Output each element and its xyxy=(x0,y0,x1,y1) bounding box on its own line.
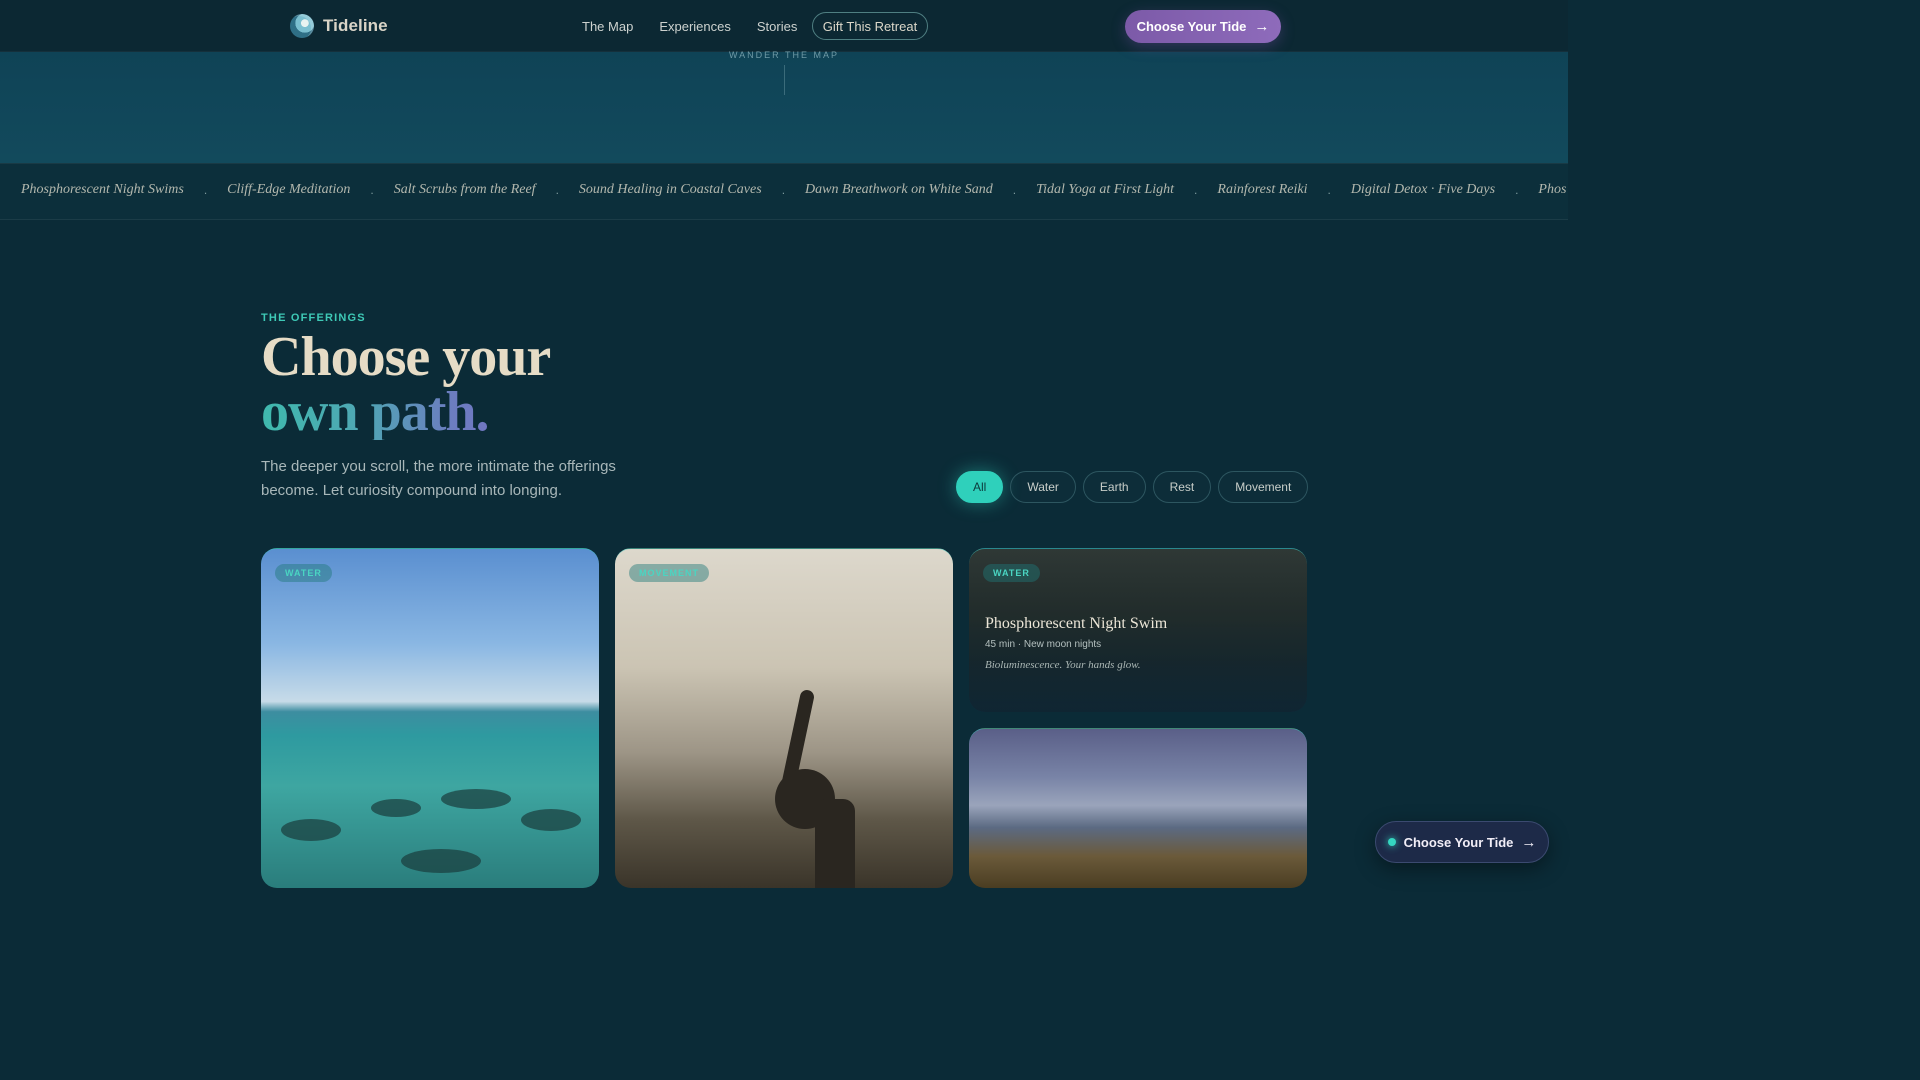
main-nav: The Map Experiences Stories xyxy=(582,0,823,52)
map-divider-line xyxy=(784,65,785,95)
filter-chips: All Water Earth Rest Movement xyxy=(956,471,1309,503)
nav-link-stories[interactable]: Stories xyxy=(757,19,797,34)
marquee-item: Tidal Yoga at First Light xyxy=(1036,182,1175,197)
experience-marquee: Phosphorescent Night Swims . Cliff-Edge … xyxy=(0,163,1568,220)
card-title: Phosphorescent Night Swim xyxy=(985,615,1168,632)
marquee-separator: . xyxy=(1194,183,1198,197)
brand-name: Tideline xyxy=(323,16,388,35)
marquee-separator: . xyxy=(203,183,208,197)
marquee-item: Phos xyxy=(1538,182,1567,197)
marquee-item: Cliff-Edge Meditation xyxy=(227,182,351,197)
offering-card[interactable]: WATER xyxy=(261,548,599,888)
marquee-item: Dawn Breathwork on White Sand xyxy=(805,182,993,197)
card-meta: 45 min · New moon nights xyxy=(985,639,1102,650)
filter-chip-water[interactable]: Water xyxy=(1010,471,1076,503)
marquee-track: Phosphorescent Night Swims . Cliff-Edge … xyxy=(21,182,1566,198)
offering-card[interactable] xyxy=(969,728,1307,888)
wave-logo-icon xyxy=(290,14,314,38)
filter-chip-earth[interactable]: Earth xyxy=(1082,471,1146,503)
arrow-right-icon: → xyxy=(1254,18,1270,35)
reef-rock xyxy=(281,819,341,841)
map-label: WANDER THE MAP xyxy=(728,50,839,60)
yoga-figure-legs xyxy=(815,799,855,888)
offering-card[interactable]: MOVEMENT xyxy=(615,548,953,888)
choose-tide-button[interactable]: Choose Your Tide → xyxy=(1125,10,1281,43)
filter-chip-rest[interactable]: Rest xyxy=(1152,471,1212,503)
card-tag: MOVEMENT xyxy=(629,564,710,582)
marquee-item: Digital Detox · Five Days xyxy=(1350,182,1496,197)
marquee-separator: . xyxy=(370,183,374,197)
headline-line-2: own path. xyxy=(261,384,550,440)
arrow-right-icon: → xyxy=(1521,833,1537,851)
marquee-separator: . xyxy=(781,183,786,197)
filter-chip-movement[interactable]: Movement xyxy=(1218,471,1309,503)
reef-rock xyxy=(441,789,511,809)
marquee-separator: . xyxy=(1327,183,1331,197)
brand-logo[interactable]: Tideline xyxy=(290,14,388,38)
card-note: Bioluminescence. Your hands glow. xyxy=(985,659,1141,671)
card-tag: WATER xyxy=(983,564,1040,582)
marquee-item: Rainforest Reiki xyxy=(1217,182,1308,197)
marquee-separator: . xyxy=(555,183,559,197)
marquee-separator: . xyxy=(1515,183,1519,197)
choose-tide-label: Choose Your Tide xyxy=(1136,19,1247,34)
marquee-item: Salt Scrubs from the Reef xyxy=(393,182,536,197)
offerings-eyebrow: THE OFFERINGS xyxy=(261,312,366,324)
reef-rock xyxy=(371,799,421,817)
gift-retreat-button[interactable]: Gift This Retreat xyxy=(812,12,928,40)
marquee-separator: . xyxy=(1012,183,1017,197)
offerings-lede: The deeper you scroll, the more intimate… xyxy=(261,458,616,499)
marquee-item: Phosphorescent Night Swims xyxy=(21,182,184,197)
nav-link-experiences[interactable]: Experiences xyxy=(659,19,731,34)
nav-link-the-map[interactable]: The Map xyxy=(582,19,633,34)
headline-line-1: Choose your xyxy=(261,326,551,388)
marquee-item: Sound Healing in Coastal Caves xyxy=(578,182,762,197)
offering-card[interactable]: WATER Phosphorescent Night Swim 45 min ·… xyxy=(969,548,1307,712)
floating-choose-tide-button[interactable]: Choose Your Tide → xyxy=(1375,821,1549,863)
reef-rock xyxy=(521,809,581,831)
floating-cta-label: Choose Your Tide xyxy=(1403,834,1514,850)
site-header: Tideline The Map Experiences Stories Gif… xyxy=(0,0,1568,52)
map-section xyxy=(0,52,1568,163)
offerings-headline: Choose your own path. xyxy=(261,329,551,440)
reef-rock xyxy=(401,849,481,873)
card-tag: WATER xyxy=(275,564,332,582)
status-dot-icon xyxy=(1387,838,1396,846)
filter-chip-all[interactable]: All xyxy=(956,471,1004,503)
